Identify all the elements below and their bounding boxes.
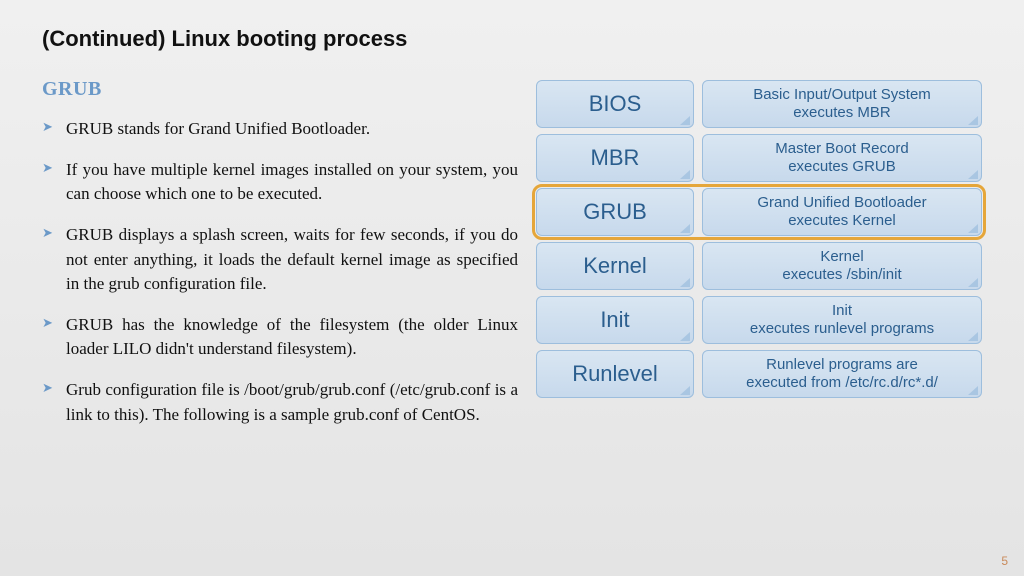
stage-label-box: GRUB — [536, 188, 694, 236]
page-number: 5 — [1001, 554, 1008, 568]
stage-desc-box: Basic Input/Output Systemexecutes MBR — [702, 80, 982, 128]
stage-label-box: MBR — [536, 134, 694, 182]
left-column: GRUB GRUB stands for Grand Unified Bootl… — [42, 78, 518, 443]
stage-row-kernel: KernelKernelexecutes /sbin/init — [536, 242, 982, 290]
stage-desc-box: Grand Unified Bootloaderexecutes Kernel — [702, 188, 982, 236]
section-heading: GRUB — [42, 78, 518, 101]
bullet-item: GRUB displays a splash screen, waits for… — [42, 223, 518, 297]
stage-label-box: Kernel — [536, 242, 694, 290]
bullet-list: GRUB stands for Grand Unified Bootloader… — [42, 117, 518, 427]
bullet-item: GRUB stands for Grand Unified Bootloader… — [42, 117, 518, 142]
stage-label-box: BIOS — [536, 80, 694, 128]
stage-row-runlevel: RunlevelRunlevel programs areexecuted fr… — [536, 350, 982, 398]
content-row: GRUB GRUB stands for Grand Unified Bootl… — [42, 78, 982, 443]
page-title: (Continued) Linux booting process — [42, 26, 982, 52]
stage-desc-box: Kernelexecutes /sbin/init — [702, 242, 982, 290]
diagram-column: BIOSBasic Input/Output Systemexecutes MB… — [536, 78, 982, 443]
stage-row-grub: GRUBGrand Unified Bootloaderexecutes Ker… — [536, 188, 982, 236]
stage-label-box: Runlevel — [536, 350, 694, 398]
stage-desc-box: Master Boot Recordexecutes GRUB — [702, 134, 982, 182]
stage-row-bios: BIOSBasic Input/Output Systemexecutes MB… — [536, 80, 982, 128]
stage-desc-box: Initexecutes runlevel programs — [702, 296, 982, 344]
bullet-item: GRUB has the knowledge of the filesystem… — [42, 313, 518, 362]
bullet-item: If you have multiple kernel images insta… — [42, 158, 518, 207]
stage-row-mbr: MBRMaster Boot Recordexecutes GRUB — [536, 134, 982, 182]
slide: (Continued) Linux booting process GRUB G… — [0, 0, 1024, 459]
stage-label-box: Init — [536, 296, 694, 344]
stage-row-init: InitInitexecutes runlevel programs — [536, 296, 982, 344]
bullet-item: Grub configuration file is /boot/grub/gr… — [42, 378, 518, 427]
stage-desc-box: Runlevel programs areexecuted from /etc/… — [702, 350, 982, 398]
